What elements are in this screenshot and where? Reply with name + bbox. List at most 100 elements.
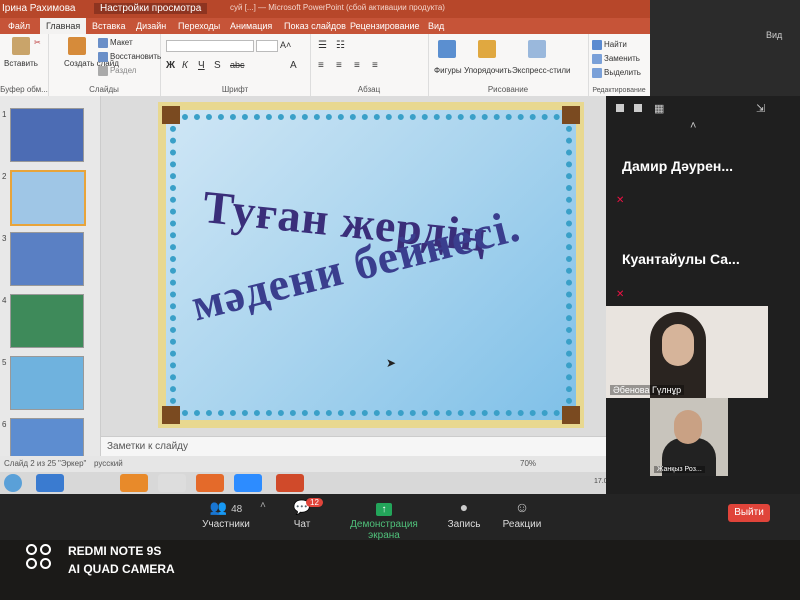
- participant-video-1[interactable]: Әбенова Гүлнұр: [606, 306, 768, 398]
- tab-view[interactable]: Вид: [428, 21, 444, 31]
- slide-thumbnails-panel: 1 2 3 4 5 6: [0, 96, 101, 472]
- cut-icon[interactable]: ✂: [34, 38, 41, 47]
- status-bar: Слайд 2 из 25 "Эркер" русский 70%: [0, 456, 650, 472]
- align-right-button[interactable]: ≡: [354, 60, 360, 71]
- slide-thumbnail-1[interactable]: [10, 108, 84, 162]
- mic-muted-icon: ✕: [616, 289, 625, 300]
- quick-access-tab[interactable]: Настройки просмотра: [94, 3, 208, 14]
- participant-name-1: Дамир Дәурен...: [622, 158, 733, 174]
- powerpoint-window: Ірина Рахимова Настройки просмотра суй […: [0, 0, 650, 494]
- grid-icon[interactable]: ▦: [654, 102, 664, 115]
- ornament-corner: [162, 406, 180, 424]
- paragraph-group: ☰ ☷ ≡ ≡ ≡ ≡ Абзац: [310, 34, 429, 96]
- quick-styles-button[interactable]: Экспресс-стили: [512, 66, 571, 75]
- find-button[interactable]: Найти: [592, 40, 627, 50]
- chrome-icon[interactable]: [158, 474, 186, 492]
- participants-label: Участники: [202, 519, 250, 530]
- strikethrough-button[interactable]: abc: [230, 60, 245, 70]
- font-color-button[interactable]: A: [290, 60, 297, 71]
- share-screen-button[interactable]: ↑ Демонстрация экрана: [334, 499, 434, 540]
- numbering-button[interactable]: ☷: [336, 40, 345, 51]
- replace-icon: [592, 54, 602, 64]
- font-group: A˄ Ж К Ч S abc A Шрифт: [160, 34, 311, 96]
- layout-button[interactable]: Макет: [98, 38, 133, 48]
- align-left-button[interactable]: ≡: [318, 60, 324, 71]
- exit-fullscreen-icon[interactable]: ⇲: [756, 102, 765, 115]
- record-label: Запись: [447, 519, 481, 530]
- ribbon: Вставить ✂ Буфер обм... Создать слайд Ма…: [0, 34, 650, 97]
- slide-thumbnail-4[interactable]: [10, 294, 84, 348]
- window-owner-label: Ірина Рахимова: [2, 3, 76, 14]
- grow-font-button[interactable]: A˄: [280, 40, 291, 50]
- justify-button[interactable]: ≡: [372, 60, 378, 71]
- current-slide[interactable]: Туған жердің мәдени бейнесі. ➤: [158, 102, 584, 428]
- section-icon: [98, 66, 108, 76]
- media-player-icon[interactable]: [120, 474, 148, 492]
- paste-icon: [12, 37, 30, 55]
- gallery-icon[interactable]: [616, 104, 624, 112]
- tab-insert[interactable]: Вставка: [92, 21, 125, 31]
- italic-button[interactable]: К: [182, 60, 188, 71]
- align-center-button[interactable]: ≡: [336, 60, 342, 71]
- section-button[interactable]: Раздел: [98, 66, 136, 76]
- tab-file[interactable]: Файл: [8, 21, 30, 31]
- notes-placeholder: Заметки к слайду: [107, 441, 188, 452]
- leave-meeting-button[interactable]: Выйти: [728, 504, 770, 522]
- font-name-combo[interactable]: [166, 40, 254, 52]
- reactions-button[interactable]: ☺ Реакции: [500, 499, 544, 530]
- explorer-icon[interactable]: [36, 474, 64, 492]
- reset-icon: [98, 52, 108, 62]
- underline-button[interactable]: Ч: [198, 60, 205, 71]
- record-button[interactable]: ● Запись: [444, 499, 484, 530]
- bullets-button[interactable]: ☰: [318, 40, 327, 51]
- replace-button[interactable]: Заменить: [592, 54, 640, 64]
- slide-thumbnail-5[interactable]: [10, 356, 84, 410]
- firefox-icon[interactable]: [196, 474, 224, 492]
- shadow-button[interactable]: S: [214, 60, 221, 71]
- zoom-level[interactable]: 70%: [520, 459, 536, 468]
- shapes-icon: [438, 40, 456, 58]
- find-icon: [592, 40, 602, 50]
- language-indicator: русский: [94, 459, 123, 468]
- share-screen-label: Демонстрация экрана: [350, 519, 418, 540]
- slides-group-label: Слайды: [89, 85, 119, 94]
- slide-thumbnail-3[interactable]: [10, 232, 84, 286]
- editing-group: Найти Заменить Выделить Редактирование: [588, 34, 650, 96]
- font-size-combo[interactable]: [256, 40, 278, 52]
- tab-slideshow[interactable]: Показ слайдов: [284, 21, 346, 31]
- notes-pane[interactable]: Заметки к слайду: [101, 436, 611, 457]
- participant-video-2[interactable]: Жанқыз Роз...: [650, 398, 728, 476]
- thumb-number: 1: [2, 110, 7, 119]
- powerpoint-taskbar-icon[interactable]: [276, 474, 304, 492]
- speaker-view-icon[interactable]: [634, 104, 642, 112]
- mic-muted-icon: ✕: [616, 195, 625, 206]
- tab-design[interactable]: Дизайн: [136, 21, 166, 31]
- select-button[interactable]: Выделить: [592, 68, 641, 78]
- slide-thumbnail-2[interactable]: [10, 170, 86, 226]
- tab-review[interactable]: Рецензирование: [350, 21, 420, 31]
- chevron-up-icon[interactable]: ˄: [260, 500, 266, 511]
- slides-group: Создать слайд Макет Восстановить Раздел …: [48, 34, 161, 96]
- zoom-participants-panel: ▦ ⇲ ˄ Дамир Дәурен... ✕ Куантайулы Са...…: [606, 96, 800, 496]
- quick-styles-icon: [528, 40, 546, 58]
- tab-animation[interactable]: Анимация: [230, 21, 272, 31]
- bold-button[interactable]: Ж: [166, 60, 175, 71]
- clipboard-group-label: Буфер обм...: [0, 85, 48, 94]
- paste-button[interactable]: Вставить: [4, 59, 38, 68]
- shapes-button[interactable]: Фигуры: [434, 66, 462, 75]
- participants-button[interactable]: 👥 48 Участники: [198, 499, 254, 530]
- slide-counter: Слайд 2 из 25: [4, 459, 57, 468]
- arrange-button[interactable]: Упорядочить: [464, 66, 512, 75]
- zoom-toolbar: 👥 48 Участники ˄ 💬 Чат 12 ↑ Демонстрация…: [0, 494, 800, 540]
- view-button[interactable]: Вид: [766, 30, 782, 40]
- zoom-app-icon[interactable]: [234, 474, 262, 492]
- tab-home[interactable]: Главная: [40, 18, 87, 34]
- document-title: суй [...] — Microsoft PowerPoint (сбой а…: [230, 3, 445, 12]
- windows-taskbar: 17.03.2021: [0, 472, 650, 494]
- reset-button[interactable]: Восстановить: [98, 52, 161, 62]
- video-name-label: Жанқыз Роз...: [654, 466, 705, 473]
- camera-logo-icon: [26, 544, 56, 574]
- start-icon[interactable]: [4, 474, 22, 492]
- tab-transitions[interactable]: Переходы: [178, 21, 220, 31]
- scroll-up-icon[interactable]: ˄: [690, 120, 696, 132]
